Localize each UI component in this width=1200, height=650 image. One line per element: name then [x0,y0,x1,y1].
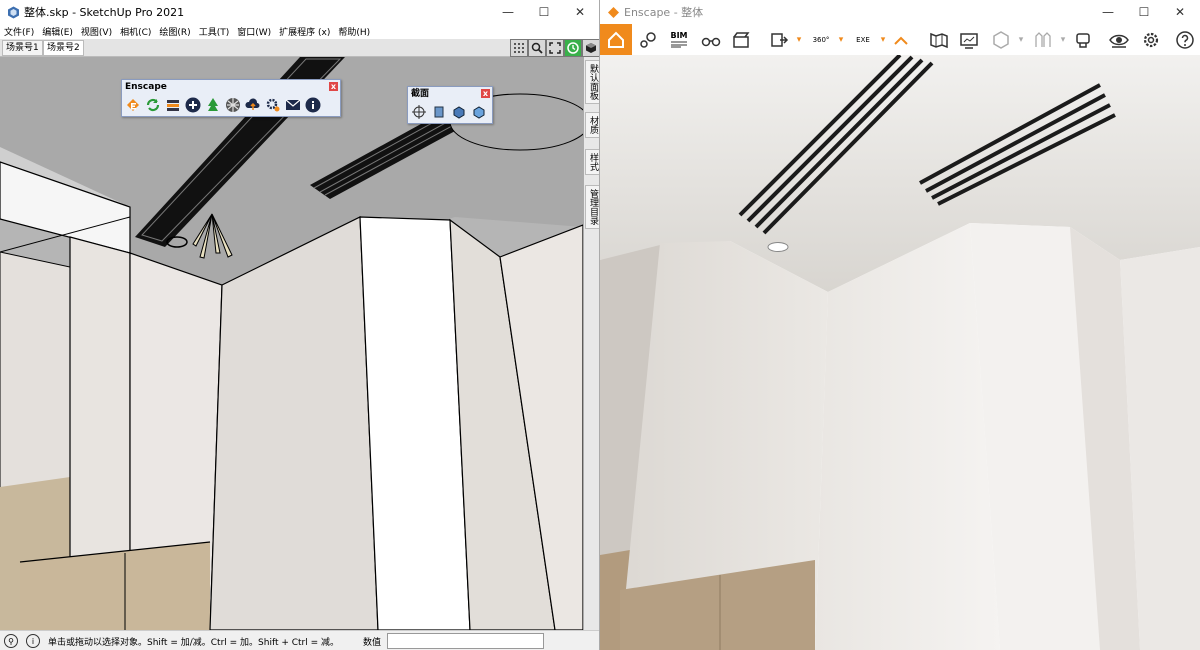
model-viewport[interactable]: Enscape x 截面 x [0,57,583,630]
maximize-button[interactable]: ☐ [526,0,562,24]
layers-icon[interactable] [164,96,182,114]
monitor-icon[interactable] [956,24,982,55]
material-icon[interactable] [224,96,242,114]
eye-icon[interactable] [1106,24,1132,55]
scene-tab-2[interactable]: 场景号2 [43,40,84,56]
screenshot-export-icon[interactable] [766,24,792,55]
enscape-logo-icon [606,5,620,19]
views-icon[interactable] [636,24,662,55]
measurements-label: 数值 [363,637,382,648]
section-toolbar-panel[interactable]: 截面 x [407,86,493,124]
add-icon[interactable] [184,96,202,114]
chevron-down-icon[interactable]: ▾ [1016,24,1026,55]
info-icon[interactable] [304,96,322,114]
sketchup-titlebar: 整体.skp - SketchUp Pro 2021 — ☐ ✕ [0,0,599,24]
chevron-down-icon[interactable]: ▾ [1058,24,1068,55]
section-fill-icon[interactable] [470,103,488,121]
menu-bar: 文件(F) 编辑(E) 视图(V) 相机(C) 绘图(R) 工具(T) 窗口(W… [0,24,599,39]
grid-icon[interactable] [510,39,528,57]
section-cut-icon[interactable] [450,103,468,121]
menu-file[interactable]: 文件(F) [0,25,38,38]
maximize-button[interactable]: ☐ [1126,0,1162,24]
home-icon[interactable] [600,24,632,55]
settings-icon[interactable] [264,96,282,114]
asset-library-icon[interactable] [204,96,222,114]
tray-tab-styles[interactable]: 样式 [585,149,599,175]
panel-title: 截面 [411,89,430,99]
sketchup-window: 整体.skp - SketchUp Pro 2021 — ☐ ✕ 文件(F) 编… [0,0,600,650]
section-plane-icon[interactable] [410,103,428,121]
help-icon[interactable] [1172,24,1198,55]
enscape-toolbar: BIM ▾ 360° ▾ EXE ▾ ▾ ▾ [600,24,1200,56]
zoom-extents-icon[interactable] [546,39,564,57]
atmosphere-icon[interactable] [1070,24,1096,55]
tray-tab-materials[interactable]: 材质 [585,112,599,138]
bim-label: BIM [670,31,688,40]
upload-icon[interactable] [244,96,262,114]
enscape-cube-icon[interactable] [582,39,599,57]
enscape-start-icon[interactable] [124,96,142,114]
chevron-down-icon[interactable]: ▾ [836,24,846,55]
chevron-down-icon[interactable]: ▾ [878,24,888,55]
render-viewport[interactable] [600,55,1200,650]
geo-location-icon[interactable]: ⚲ [4,634,18,648]
zoom-icon[interactable] [528,39,546,57]
tray-tab-outliner[interactable]: 管理目录 [585,185,599,229]
chevron-down-icon[interactable]: ▾ [794,24,804,55]
menu-help[interactable]: 帮助(H) [334,25,374,38]
menu-draw[interactable]: 绘图(R) [155,25,194,38]
close-button[interactable]: ✕ [562,0,598,24]
feedback-icon[interactable] [284,96,302,114]
pano-label: 360° [812,35,830,44]
credits-icon[interactable]: i [26,634,40,648]
tray-tab-default[interactable]: 默认面板 [585,60,599,104]
exe-export-icon[interactable]: EXE [850,24,876,55]
enscape-window: Enscape - 整体 — ☐ ✕ BIM ▾ 360° ▾ EXE ▾ ▾ … [600,0,1200,650]
window-title: 整体.skp - SketchUp Pro 2021 [24,6,185,19]
binoculars-icon[interactable] [698,24,724,55]
default-tray: 默认面板 材质 样式 管理目录 [583,57,599,630]
menu-extensions[interactable]: 扩展程序 (x) [275,25,334,38]
sketchup-logo-icon [6,5,20,19]
menu-view[interactable]: 视图(V) [77,25,116,38]
close-button[interactable]: ✕ [1162,0,1198,24]
panel-title: Enscape [125,82,167,92]
enscape-titlebar: Enscape - 整体 — ☐ ✕ [600,0,1200,24]
view-toolbar [510,39,599,58]
measurements-input[interactable] [387,633,545,649]
minimize-button[interactable]: — [490,0,526,24]
model-drawing [0,57,583,630]
light-view-icon[interactable] [1030,24,1056,55]
exe-label: EXE [856,35,870,44]
panorama-export-icon[interactable]: 360° [808,24,834,55]
chevron-up-icon[interactable] [892,24,910,55]
status-bar: ⚲ i 单击或拖动以选择对象。Shift = 加/减。Ctrl = 加。Shif… [0,630,599,650]
enscape-toolbar-panel[interactable]: Enscape x [121,79,341,117]
map-icon[interactable] [926,24,952,55]
rendered-scene [600,55,1200,650]
cube-icon[interactable] [988,24,1014,55]
panel-close-button[interactable]: x [329,82,338,91]
minimize-button[interactable]: — [1090,0,1126,24]
clapperboard-icon[interactable] [728,24,754,55]
menu-tools[interactable]: 工具(T) [195,25,234,38]
panel-close-button[interactable]: x [481,89,490,98]
bim-icon[interactable]: BIM [666,24,692,55]
gear-icon[interactable] [1138,24,1164,55]
menu-camera[interactable]: 相机(C) [116,25,155,38]
enscape-sync-icon[interactable] [564,39,582,57]
menu-window[interactable]: 窗口(W) [233,25,275,38]
status-message: 单击或拖动以选择对象。Shift = 加/减。Ctrl = 加。Shift + … [48,637,340,648]
live-update-icon[interactable] [144,96,162,114]
window-title: Enscape - 整体 [624,6,704,19]
scene-tab-1[interactable]: 场景号1 [2,40,43,56]
section-planes-display-icon[interactable] [430,103,448,121]
menu-edit[interactable]: 编辑(E) [38,25,77,38]
